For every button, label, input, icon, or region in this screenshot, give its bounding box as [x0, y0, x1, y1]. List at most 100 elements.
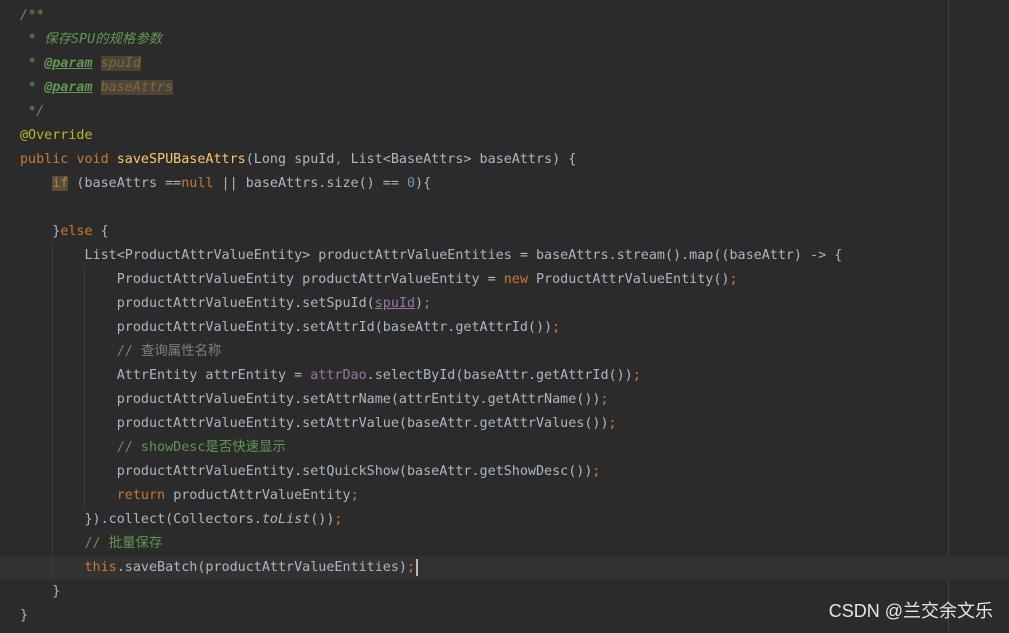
code-token: ()) — [310, 512, 335, 527]
code-token: saveSPUBaseAttrs — [116, 152, 246, 167]
code-token: // 查询属性名称 — [116, 344, 222, 359]
code-line[interactable]: return productAttrValueEntity; — [0, 484, 1009, 508]
code-token: ; — [406, 560, 416, 575]
code-token: ){ — [415, 176, 432, 191]
code-token: // 批量保存 — [84, 536, 163, 551]
code-line[interactable]: productAttrValueEntity.setSpuId(spuId); — [0, 292, 1009, 316]
code-token: ; — [350, 488, 359, 503]
code-token: else — [60, 224, 93, 239]
code-line[interactable]: }).collect(Collectors.toList()); — [0, 508, 1009, 532]
code-token: null — [181, 176, 214, 191]
code-line[interactable]: public void saveSPUBaseAttrs(Long spuId,… — [0, 148, 1009, 172]
code-text: }else { — [20, 220, 108, 244]
code-text: // showDesc是否快速显示 — [20, 436, 286, 460]
code-token: } — [20, 584, 61, 599]
code-token: || baseAttrs.size() == — [213, 176, 407, 191]
code-text: return productAttrValueEntity; — [20, 484, 359, 508]
code-token: ; — [729, 272, 738, 287]
code-token: .saveBatch(productAttrValueEntities) — [116, 560, 407, 575]
code-line[interactable]: AttrEntity attrEntity = attrDao.selectBy… — [0, 364, 1009, 388]
code-token: productAttrValueEntity.setAttrId(baseAtt… — [20, 320, 553, 335]
code-line[interactable]: ProductAttrValueEntity productAttrValueE… — [0, 268, 1009, 292]
code-text: this.saveBatch(productAttrValueEntities)… — [20, 556, 419, 580]
code-token: ; — [632, 368, 641, 383]
code-token: /** — [20, 8, 45, 23]
code-token: spuId — [100, 56, 141, 71]
code-line-current[interactable]: this.saveBatch(productAttrValueEntities)… — [0, 556, 1009, 580]
code-token: * — [20, 56, 45, 71]
code-token: void — [76, 152, 117, 167]
code-token: return — [116, 488, 174, 503]
code-line[interactable]: productAttrValueEntity.setAttrId(baseAtt… — [0, 316, 1009, 340]
code-text: if (baseAttrs ==null || baseAttrs.size()… — [20, 172, 431, 196]
code-editor[interactable]: /** * 保存SPU的规格参数 * @param spuId * @param… — [0, 0, 1009, 633]
code-token: baseAttrs — [100, 80, 174, 95]
code-text: AttrEntity attrEntity = attrDao.selectBy… — [20, 364, 641, 388]
code-token: } — [20, 224, 61, 239]
code-text: * @param spuId — [20, 52, 141, 76]
code-line[interactable]: @Override — [0, 124, 1009, 148]
code-line[interactable]: }else { — [0, 220, 1009, 244]
code-line[interactable]: /** — [0, 4, 1009, 28]
code-line[interactable]: // showDesc是否快速显示 — [0, 436, 1009, 460]
code-token: productAttrValueEntity.setSpuId( — [20, 296, 375, 311]
code-token: ProductAttrValueEntity productAttrValueE… — [20, 272, 504, 287]
code-line[interactable] — [0, 196, 1009, 220]
code-text: * 保存SPU的规格参数 — [20, 28, 162, 52]
code-token: AttrEntity attrEntity = — [20, 368, 311, 383]
code-text: @Override — [20, 124, 93, 148]
code-line[interactable]: // 查询属性名称 — [0, 340, 1009, 364]
code-token: public — [20, 152, 77, 167]
code-text: productAttrValueEntity.setQuickShow(base… — [20, 460, 601, 484]
code-token: }).collect(Collectors. — [20, 512, 262, 527]
code-line[interactable]: * @param spuId — [0, 52, 1009, 76]
code-line[interactable]: productAttrValueEntity.setAttrName(attrE… — [0, 388, 1009, 412]
code-text: productAttrValueEntity.setSpuId(spuId); — [20, 292, 431, 316]
code-text: public void saveSPUBaseAttrs(Long spuId,… — [20, 148, 576, 172]
code-line[interactable]: * @param baseAttrs — [0, 76, 1009, 100]
code-token: ; — [592, 464, 601, 479]
code-token: @Override — [20, 128, 93, 143]
code-token: ; — [423, 296, 432, 311]
code-text: productAttrValueEntity.setAttrValue(base… — [20, 412, 617, 436]
code-text: // 查询属性名称 — [20, 340, 222, 364]
code-token: @param — [44, 56, 93, 71]
watermark: CSDN @兰交余文乐 — [828, 601, 993, 621]
code-line[interactable]: // 批量保存 — [0, 532, 1009, 556]
code-text: ProductAttrValueEntity productAttrValueE… — [20, 268, 738, 292]
code-token: ; — [608, 416, 617, 431]
code-text: // 批量保存 — [20, 532, 163, 556]
code-token: List<ProductAttrValueEntity> productAttr… — [20, 248, 843, 263]
code-token: // showDesc是否快速显示 — [116, 440, 286, 455]
code-token: @param — [44, 80, 93, 95]
code-token: productAttrValueEntity.setQuickShow(base… — [20, 464, 593, 479]
code-line[interactable]: productAttrValueEntity.setQuickShow(base… — [0, 460, 1009, 484]
code-line[interactable]: * 保存SPU的规格参数 — [0, 28, 1009, 52]
code-token: 0 — [406, 176, 416, 191]
code-token: } — [20, 608, 29, 623]
code-token: ; — [334, 512, 343, 527]
code-text: } — [20, 604, 28, 628]
code-line[interactable]: if (baseAttrs ==null || baseAttrs.size()… — [0, 172, 1009, 196]
code-line[interactable]: productAttrValueEntity.setAttrValue(base… — [0, 412, 1009, 436]
code-line[interactable]: List<ProductAttrValueEntity> productAttr… — [0, 244, 1009, 268]
code-token: , — [334, 152, 351, 167]
code-token: .selectById(baseAttr.getAttrId()) — [366, 368, 633, 383]
code-token: toList — [261, 512, 311, 527]
code-token: productAttrValueEntity.setAttrName(attrE… — [20, 392, 601, 407]
code-text: } — [20, 580, 60, 604]
code-text: List<ProductAttrValueEntity> productAttr… — [20, 244, 842, 268]
code-token: attrDao — [310, 368, 367, 383]
code-token: */ — [20, 104, 45, 119]
code-line[interactable]: */ — [0, 100, 1009, 124]
code-text: }).collect(Collectors.toList()); — [20, 508, 342, 532]
code-token: new — [503, 272, 536, 287]
code-token: this — [84, 560, 117, 575]
